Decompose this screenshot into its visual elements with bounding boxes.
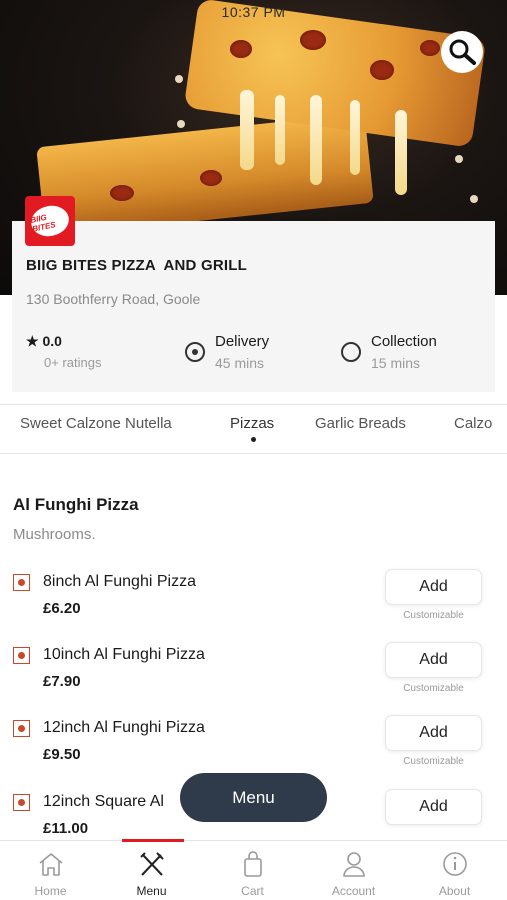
item-name: 12inch Al Funghi Pizza (43, 719, 205, 736)
item-name: 12inch Square Al (43, 793, 164, 810)
active-tab-indicator (251, 437, 256, 442)
floating-menu-button[interactable]: Menu (180, 773, 327, 822)
item-price: £9.50 (43, 746, 81, 763)
pepperoni (370, 60, 394, 80)
collection-radio[interactable] (341, 342, 361, 362)
delivery-label[interactable]: Delivery (215, 333, 269, 350)
nav-label: About (438, 884, 471, 898)
user-icon (343, 852, 365, 877)
veg-marker-icon (13, 794, 30, 811)
tab-pizzas[interactable]: Pizzas (230, 415, 274, 432)
pepperoni (200, 170, 222, 186)
menu-item: 10inch Al Funghi Pizza £7.90 Add Customi… (0, 642, 507, 717)
search-button[interactable] (441, 31, 483, 73)
cheese-strand (350, 100, 360, 175)
collection-time: 15 mins (371, 355, 421, 371)
rating-count: 0+ ratings (44, 355, 102, 370)
add-button[interactable]: Add (385, 715, 482, 751)
category-tabs: Sweet Calzone Nutella Pizzas Garlic Brea… (0, 404, 507, 454)
pepperoni (420, 40, 440, 56)
nav-cart[interactable]: Cart (202, 841, 303, 900)
nav-account[interactable]: Account (303, 841, 404, 900)
add-button[interactable]: Add (385, 789, 482, 825)
utensils-icon (140, 852, 164, 876)
customizable-label: Customizable (403, 683, 464, 694)
collection-label[interactable]: Collection (371, 333, 437, 350)
nav-about[interactable]: About (404, 841, 505, 900)
crumb (455, 155, 463, 163)
store-name: BIIG BITES PIZZA AND GRILL (26, 257, 247, 274)
status-time: 10:37 PM (221, 4, 286, 20)
menu-item: 8inch Al Funghi Pizza £6.20 Add Customiz… (0, 569, 507, 644)
section-title: Al Funghi Pizza (13, 495, 139, 514)
rating-value: 0.0 (42, 333, 62, 349)
veg-marker-icon (13, 720, 30, 737)
nav-active-indicator (122, 839, 184, 842)
nav-label: Menu (136, 884, 167, 898)
cheese-strand (310, 95, 322, 185)
nav-menu[interactable]: Menu (101, 841, 202, 900)
customizable-label: Customizable (403, 610, 464, 621)
logo-text: BIIG BITES (29, 212, 57, 234)
item-name: 8inch Al Funghi Pizza (43, 573, 196, 590)
pizza-slice-image (183, 0, 487, 148)
crumb (470, 195, 478, 203)
delivery-time: 45 mins (215, 355, 265, 371)
store-rating: ★ 0.0 (26, 333, 62, 350)
search-icon (449, 39, 476, 65)
crumb (177, 120, 185, 128)
section-description: Mushrooms. (13, 526, 96, 543)
veg-marker-icon (13, 647, 30, 664)
nav-label: Account (331, 884, 376, 898)
nav-home[interactable]: Home (0, 841, 101, 900)
store-address: 130 Boothferry Road, Goole (26, 291, 201, 307)
tab-sweet-calzone-nutella[interactable]: Sweet Calzone Nutella (20, 415, 172, 432)
bag-icon (244, 851, 262, 877)
store-logo: BIIG BITES (25, 196, 75, 246)
pepperoni (110, 185, 134, 201)
cheese-strand (395, 110, 407, 195)
item-name: 10inch Al Funghi Pizza (43, 646, 205, 663)
tab-garlic-breads[interactable]: Garlic Breads (315, 415, 406, 432)
customizable-label: Customizable (403, 756, 464, 767)
pepperoni (230, 40, 252, 58)
pepperoni (300, 30, 326, 50)
veg-marker-icon (13, 574, 30, 591)
item-price: £7.90 (43, 673, 81, 690)
tab-calzone[interactable]: Calzo (454, 415, 492, 432)
add-button[interactable]: Add (385, 569, 482, 605)
nav-label: Home (34, 884, 67, 898)
delivery-radio[interactable] (185, 342, 205, 362)
item-price: £6.20 (43, 600, 81, 617)
cheese-strand (240, 90, 254, 170)
info-icon (443, 852, 467, 876)
crumb (175, 75, 183, 83)
nav-label: Cart (241, 884, 264, 898)
bottom-nav: Home Menu Cart Account About (0, 840, 507, 900)
cheese-strand (275, 95, 285, 165)
item-price: £11.00 (43, 820, 89, 837)
star-icon: ★ (26, 333, 39, 349)
add-button[interactable]: Add (385, 642, 482, 678)
home-icon (39, 853, 63, 876)
